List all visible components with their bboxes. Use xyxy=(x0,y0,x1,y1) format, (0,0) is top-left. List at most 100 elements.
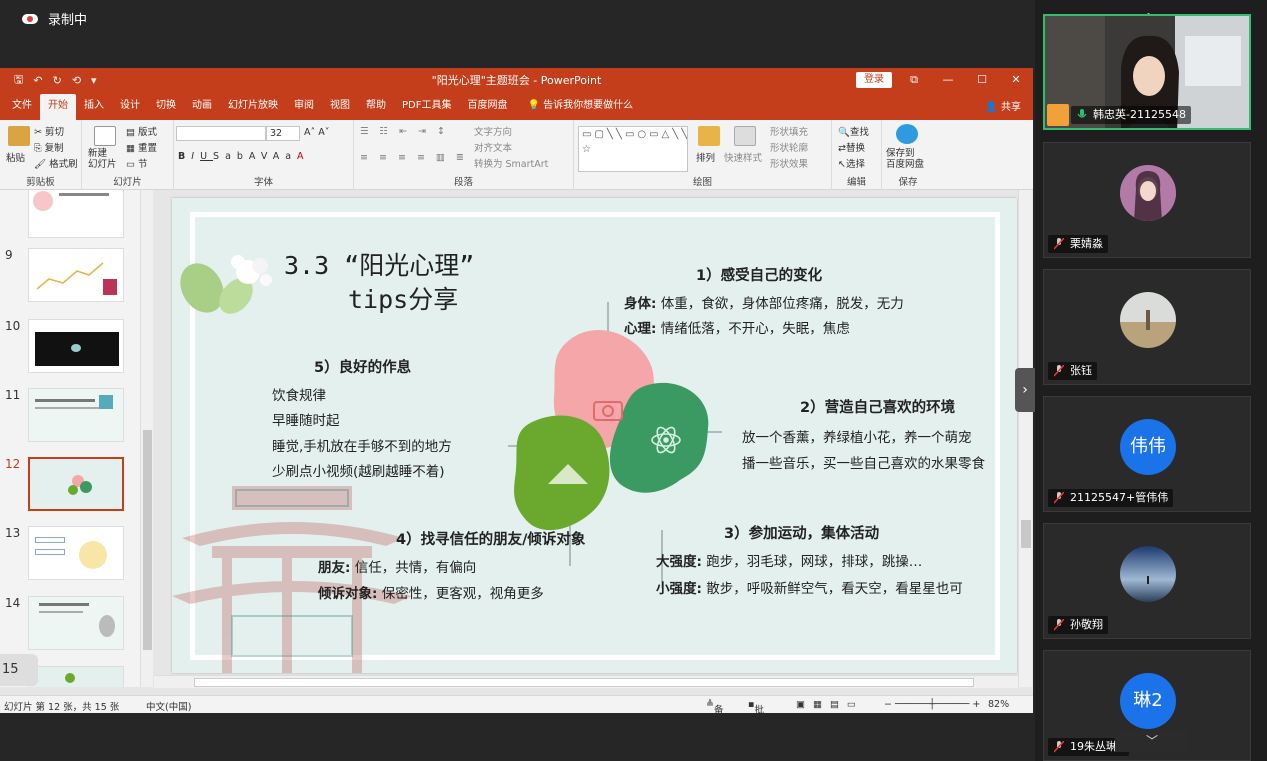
italic-button[interactable]: I xyxy=(191,151,200,162)
list-buttons[interactable]: ☰ ☷ ⇤ ⇥ ↕ xyxy=(360,126,449,137)
char-spacing-button[interactable]: AV xyxy=(249,151,273,162)
bold-button[interactable]: B xyxy=(178,151,191,162)
thumbnails-scrollbar[interactable] xyxy=(140,190,153,687)
tab-baidu-netdisk[interactable]: 百度网盘 xyxy=(459,94,515,120)
smartart-button[interactable]: 转换为 SmartArt xyxy=(474,156,548,170)
comments-button[interactable]: ▪ 批注 xyxy=(748,699,764,713)
language-status[interactable]: 中文(中国) xyxy=(146,699,191,713)
slide-thumbnail[interactable] xyxy=(28,190,124,238)
find-button[interactable]: 🔍查找 xyxy=(838,124,869,138)
mic-muted-icon xyxy=(1054,238,1064,250)
paste-button[interactable]: 粘贴 xyxy=(6,150,25,164)
mic-muted-icon xyxy=(1054,619,1064,631)
copy-button[interactable]: ⎘ 复制 xyxy=(34,140,64,154)
slide-canvas[interactable]: 3.3 “阳光心理” tips分享 1）感受自己的变化 身体: 体重，食欲，身体… xyxy=(172,198,1017,673)
strikethrough-button[interactable]: ab xyxy=(225,151,249,162)
slide-thumbnail[interactable] xyxy=(28,526,124,580)
tab-animations[interactable]: 动画 xyxy=(184,94,220,120)
slide-number-badge[interactable]: 15 xyxy=(0,654,38,686)
slide-thumbnail[interactable] xyxy=(28,319,124,373)
participant-tile[interactable]: 栗婧淼 xyxy=(1043,142,1251,258)
share-button[interactable]: 👤 共享 xyxy=(985,98,1021,113)
panel-collapse-button[interactable]: › xyxy=(1015,368,1035,412)
cut-button[interactable]: ✂ 剪切 xyxy=(34,124,64,138)
layout-button[interactable]: ▤ 版式 xyxy=(126,124,157,138)
replace-button[interactable]: ⇄替换 xyxy=(838,140,865,154)
slide-vertical-scrollbar[interactable] xyxy=(1018,190,1032,687)
shadow-button[interactable]: S xyxy=(213,151,225,162)
text-direction-button[interactable]: 文字方向 xyxy=(474,124,512,138)
shape-effects-button[interactable]: 形状效果 xyxy=(770,156,808,170)
thumbnail-13[interactable]: 13 xyxy=(0,526,140,582)
align-buttons[interactable]: ≡ ≡ ≡ ≡ ▥ ≣ xyxy=(360,152,468,163)
tab-home[interactable]: 开始 xyxy=(40,94,76,120)
baidu-cloud-icon[interactable] xyxy=(896,124,918,144)
tab-transitions[interactable]: 切换 xyxy=(148,94,184,120)
align-text-button[interactable]: 对齐文本 xyxy=(474,140,512,154)
font-format-buttons[interactable]: BIUSabAVAaA xyxy=(178,151,310,162)
new-slide-button[interactable]: 新建 幻灯片 xyxy=(88,148,117,170)
tab-help[interactable]: 帮助 xyxy=(358,94,394,120)
underline-button[interactable]: U xyxy=(200,151,213,162)
participant-tile[interactable]: 孙敬翔 xyxy=(1043,523,1251,639)
slide-thumbnail[interactable] xyxy=(28,666,124,687)
tab-slideshow[interactable]: 幻灯片放映 xyxy=(220,94,286,120)
close-icon[interactable]: ✕ xyxy=(999,68,1033,92)
tell-me-box[interactable]: 💡 告诉我你想要做什么 xyxy=(519,94,641,120)
slide-thumbnail[interactable] xyxy=(28,596,124,650)
tab-view[interactable]: 视图 xyxy=(322,94,358,120)
section-button[interactable]: ▭ 节 xyxy=(126,156,148,170)
thumbnail-11[interactable]: 11 xyxy=(0,388,140,444)
change-case-button[interactable]: Aa xyxy=(273,151,297,162)
undo-icon[interactable]: ↶ xyxy=(33,74,42,87)
tab-design[interactable]: 设计 xyxy=(112,94,148,120)
paste-icon[interactable] xyxy=(8,126,30,146)
view-buttons[interactable]: ▣▦▤▭ xyxy=(796,699,864,710)
tab-pdf-tools[interactable]: PDF工具集 xyxy=(394,94,459,120)
minimize-icon[interactable]: — xyxy=(931,68,965,92)
thumbnail-14[interactable]: 14 xyxy=(0,596,140,652)
participant-tile[interactable]: 伟伟 21125547+管伟伟 xyxy=(1043,396,1251,512)
customize-qa-icon[interactable]: ▾ xyxy=(91,74,97,87)
redo-icon[interactable]: ↻ xyxy=(53,74,62,87)
format-painter-button[interactable]: 🖌 格式刷 xyxy=(34,156,78,170)
tab-file[interactable]: 文件 xyxy=(4,94,40,120)
arrange-button[interactable]: 排列 xyxy=(696,150,715,164)
ribbon-display-icon[interactable]: ⧉ xyxy=(897,68,931,92)
quick-styles-icon[interactable] xyxy=(734,126,756,146)
tab-insert[interactable]: 插入 xyxy=(76,94,112,120)
shape-outline-button[interactable]: 形状轮廓 xyxy=(770,140,808,154)
font-size-field[interactable]: 32 xyxy=(266,126,300,141)
select-button[interactable]: ↖选择 xyxy=(838,156,865,170)
reset-button[interactable]: ▦ 重置 xyxy=(126,140,157,154)
arrange-icon[interactable] xyxy=(698,126,720,146)
login-button[interactable]: 登录 xyxy=(856,72,892,88)
thumbnail-12[interactable]: 12 xyxy=(0,457,140,513)
slide-thumbnail[interactable] xyxy=(28,388,124,442)
slide-horizontal-scrollbar[interactable] xyxy=(154,675,1018,688)
quick-styles-button[interactable]: 快速样式 xyxy=(724,150,762,164)
shape-fill-button[interactable]: 形状填充 xyxy=(770,124,808,138)
thumbnail-9[interactable]: 9 xyxy=(0,248,140,304)
shapes-gallery[interactable]: ▭▢╲╲▭○▭△╲╲⇨⇩☐⇦▷↺⌒⌒{}☆ xyxy=(578,126,688,172)
zoom-level[interactable]: 82% xyxy=(988,699,1009,710)
save-icon[interactable]: 🖫 xyxy=(14,71,23,90)
participant-tile[interactable]: 张钰 xyxy=(1043,269,1251,385)
zoom-slider[interactable]: − ──────┼────── + xyxy=(884,699,980,710)
grow-font-icon[interactable]: A˄ A˅ xyxy=(304,127,330,138)
thumbnail-10[interactable]: 10 xyxy=(0,319,140,375)
font-color-button[interactable]: A xyxy=(297,151,310,162)
repeat-icon[interactable]: ⟲ xyxy=(72,74,81,87)
notes-button[interactable]: ≜ 备注 xyxy=(706,699,723,713)
participant-name-label: 21125547+管伟伟 xyxy=(1070,491,1169,504)
save-to-baidu-button[interactable]: 保存到 百度网盘 xyxy=(886,148,924,170)
slide-thumbnail-selected[interactable] xyxy=(28,457,124,511)
chevron-down-icon[interactable]: ﹀ xyxy=(1115,730,1189,752)
maximize-icon[interactable]: ☐ xyxy=(965,68,999,92)
slide-thumbnail[interactable] xyxy=(28,248,124,302)
thumbnail-8[interactable] xyxy=(0,190,140,240)
participant-tile[interactable]: 韩忠英-21125548 xyxy=(1043,14,1251,130)
font-name-field[interactable] xyxy=(176,126,266,141)
tab-review[interactable]: 审阅 xyxy=(286,94,322,120)
new-slide-icon[interactable] xyxy=(94,126,116,146)
